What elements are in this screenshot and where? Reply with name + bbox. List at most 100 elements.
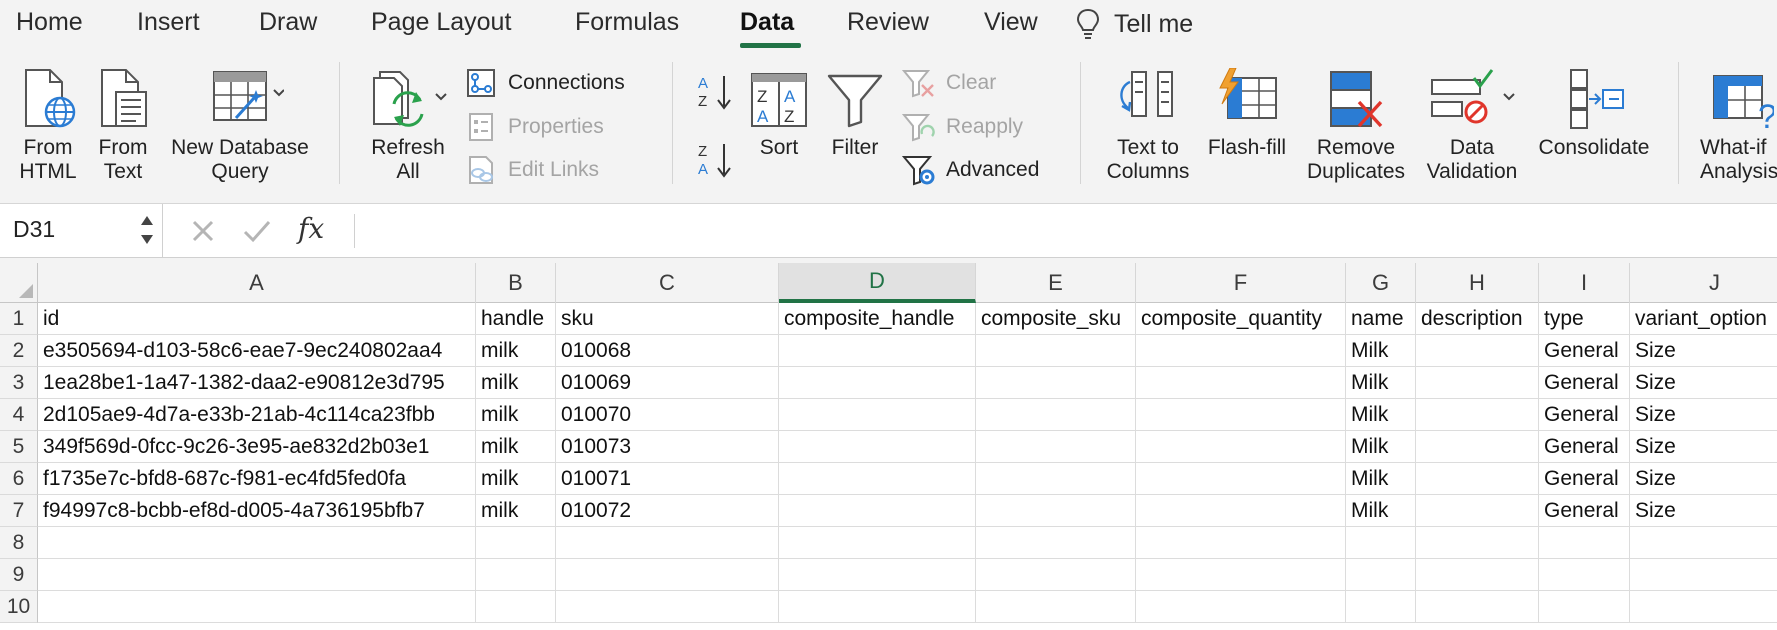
tab-view[interactable]: View [984, 8, 1038, 37]
cell-h10[interactable] [1416, 591, 1539, 623]
sort-button[interactable]: Z A A Z Sort [750, 68, 808, 160]
what-if-analysis-button[interactable]: ? What-if Analysis [1700, 68, 1777, 184]
cell-d7[interactable] [779, 495, 976, 527]
row-header[interactable]: 8 [0, 527, 38, 559]
cell-a8[interactable] [38, 527, 476, 559]
row-header[interactable]: 2 [0, 335, 38, 367]
enter-check-icon[interactable] [240, 214, 274, 248]
cell-d10[interactable] [779, 591, 976, 623]
new-database-query-button[interactable]: New Database Query [164, 68, 316, 184]
reapply-button[interactable]: Reapply [902, 112, 1023, 142]
cell-b5[interactable]: milk [476, 431, 556, 463]
column-header-c[interactable]: C [556, 263, 779, 303]
cell-h3[interactable] [1416, 367, 1539, 399]
tab-formulas[interactable]: Formulas [575, 8, 679, 37]
cell-h1[interactable]: description [1416, 303, 1539, 335]
column-header-b[interactable]: B [476, 263, 556, 303]
cell-g3[interactable]: Milk [1346, 367, 1416, 399]
row-header[interactable]: 6 [0, 463, 38, 495]
formula-input[interactable] [362, 214, 1762, 248]
cell-i7[interactable]: General [1539, 495, 1630, 527]
cell-a1[interactable]: id [38, 303, 476, 335]
cell-a10[interactable] [38, 591, 476, 623]
cell-e3[interactable] [976, 367, 1136, 399]
cell-c1[interactable]: sku [556, 303, 779, 335]
cell-f1[interactable]: composite_quantity [1136, 303, 1346, 335]
connections-button[interactable]: Connections [466, 68, 625, 98]
cell-i5[interactable]: General [1539, 431, 1630, 463]
cell-b4[interactable]: milk [476, 399, 556, 431]
cell-d4[interactable] [779, 399, 976, 431]
name-box-stepper-icon[interactable] [138, 210, 156, 250]
cell-e2[interactable] [976, 335, 1136, 367]
cell-g2[interactable]: Milk [1346, 335, 1416, 367]
cell-e7[interactable] [976, 495, 1136, 527]
cell-g6[interactable]: Milk [1346, 463, 1416, 495]
refresh-all-button[interactable]: Refresh All [364, 68, 452, 184]
cell-h4[interactable] [1416, 399, 1539, 431]
column-header-h[interactable]: H [1416, 263, 1539, 303]
cancel-icon[interactable] [186, 214, 220, 248]
tab-draw[interactable]: Draw [259, 8, 317, 37]
remove-duplicates-button[interactable]: Remove Duplicates [1300, 68, 1412, 184]
cell-c8[interactable] [556, 527, 779, 559]
cell-b6[interactable]: milk [476, 463, 556, 495]
cell-b10[interactable] [476, 591, 556, 623]
cell-j6[interactable]: Size [1630, 463, 1777, 495]
cell-c5[interactable]: 010073 [556, 431, 779, 463]
column-header-e[interactable]: E [976, 263, 1136, 303]
cell-f4[interactable] [1136, 399, 1346, 431]
cell-e9[interactable] [976, 559, 1136, 591]
cell-b2[interactable]: milk [476, 335, 556, 367]
cell-j8[interactable] [1630, 527, 1777, 559]
cell-c3[interactable]: 010069 [556, 367, 779, 399]
clear-filter-button[interactable]: Clear [902, 68, 996, 98]
cell-h5[interactable] [1416, 431, 1539, 463]
column-header-f[interactable]: F [1136, 263, 1346, 303]
cell-j7[interactable]: Size [1630, 495, 1777, 527]
cell-f10[interactable] [1136, 591, 1346, 623]
cell-b3[interactable]: milk [476, 367, 556, 399]
cell-j10[interactable] [1630, 591, 1777, 623]
cell-e1[interactable]: composite_sku [976, 303, 1136, 335]
row-header[interactable]: 9 [0, 559, 38, 591]
cell-f8[interactable] [1136, 527, 1346, 559]
cell-i10[interactable] [1539, 591, 1630, 623]
cell-d5[interactable] [779, 431, 976, 463]
cell-h9[interactable] [1416, 559, 1539, 591]
row-header[interactable]: 10 [0, 591, 38, 623]
cell-i1[interactable]: type [1539, 303, 1630, 335]
cell-f6[interactable] [1136, 463, 1346, 495]
filter-button[interactable]: Filter [822, 68, 888, 160]
from-html-button[interactable]: From HTML [14, 68, 82, 184]
cell-g7[interactable]: Milk [1346, 495, 1416, 527]
properties-button[interactable]: Properties [466, 112, 604, 142]
cell-e10[interactable] [976, 591, 1136, 623]
column-header-d[interactable]: D [779, 263, 976, 303]
cell-i3[interactable]: General [1539, 367, 1630, 399]
cell-a7[interactable]: f94997c8-bcbb-ef8d-d005-4a736195bfb7 [38, 495, 476, 527]
tell-me-search[interactable]: Tell me [1076, 8, 1193, 40]
cell-a9[interactable] [38, 559, 476, 591]
cell-d3[interactable] [779, 367, 976, 399]
cell-a3[interactable]: 1ea28be1-1a47-1382-daa2-e90812e3d795 [38, 367, 476, 399]
cell-i6[interactable]: General [1539, 463, 1630, 495]
text-to-columns-button[interactable]: Text to Columns [1104, 68, 1192, 184]
insert-function-button[interactable]: fx [298, 212, 324, 245]
cell-d8[interactable] [779, 527, 976, 559]
row-header[interactable]: 4 [0, 399, 38, 431]
cell-f5[interactable] [1136, 431, 1346, 463]
cell-c10[interactable] [556, 591, 779, 623]
cell-f9[interactable] [1136, 559, 1346, 591]
cell-a5[interactable]: 349f569d-0fcc-9c26-3e95-ae832d2b03e1 [38, 431, 476, 463]
cell-e4[interactable] [976, 399, 1136, 431]
cell-g8[interactable] [1346, 527, 1416, 559]
flash-fill-button[interactable]: Flash-fill [1198, 68, 1296, 160]
cell-g1[interactable]: name [1346, 303, 1416, 335]
cell-d9[interactable] [779, 559, 976, 591]
column-header-j[interactable]: J [1630, 263, 1777, 303]
column-header-a[interactable]: A [38, 263, 476, 303]
cell-j2[interactable]: Size [1630, 335, 1777, 367]
from-text-button[interactable]: From Text [92, 68, 154, 184]
cell-j4[interactable]: Size [1630, 399, 1777, 431]
